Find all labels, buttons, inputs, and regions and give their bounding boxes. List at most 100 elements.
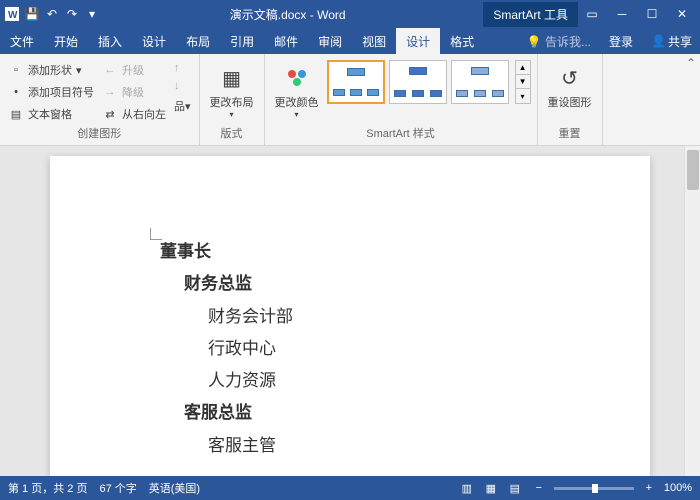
- change-layout-label: 更改布局: [210, 94, 254, 110]
- minimize-icon[interactable]: ─: [608, 2, 636, 26]
- tab-layout[interactable]: 布局: [176, 28, 220, 55]
- tell-me-label: 告诉我...: [545, 35, 591, 49]
- zoom-slider-thumb[interactable]: [592, 484, 598, 493]
- change-colors-icon: [281, 62, 313, 94]
- ribbon-group-styles: 更改颜色 ▾ ▲ ▼ ▾ SmartArt 样式: [265, 54, 538, 145]
- outline-item[interactable]: 行政中心: [208, 333, 550, 365]
- rtl-label: 从右向左: [122, 106, 166, 122]
- zoom-in-icon[interactable]: +: [640, 480, 658, 496]
- promote-icon: ←: [102, 62, 118, 78]
- close-icon[interactable]: ✕: [668, 2, 696, 26]
- undo-icon[interactable]: ↶: [44, 6, 60, 22]
- tab-design[interactable]: 设计: [132, 28, 176, 55]
- reset-label: 重设图形: [548, 94, 592, 110]
- outline-item[interactable]: 客服主管: [208, 430, 550, 462]
- outline-item[interactable]: 财务总监: [184, 268, 550, 300]
- ribbon: ▫添加形状 ▾ •添加项目符号 ▤文本窗格 ←升级 →降级 ⇄从右向左 ↑ ↓ …: [0, 54, 700, 146]
- add-bullet-button[interactable]: •添加项目符号: [6, 82, 96, 102]
- group-label-layouts: 版式: [206, 125, 258, 143]
- print-layout-icon[interactable]: ▦: [482, 480, 500, 496]
- qat-dropdown-icon[interactable]: ▾: [84, 6, 100, 22]
- title-bar: W 💾 ↶ ↷ ▾ 演示文稿.docx - Word SmartArt 工具 ▭…: [0, 0, 700, 28]
- gallery-up-icon[interactable]: ▲: [516, 61, 530, 75]
- add-bullet-icon: •: [8, 84, 24, 100]
- page-indicator[interactable]: 第 1 页，共 2 页: [8, 480, 87, 496]
- rtl-button[interactable]: ⇄从右向左: [100, 104, 168, 124]
- add-bullet-label: 添加项目符号: [28, 84, 94, 100]
- reset-icon: ↺: [554, 62, 586, 94]
- tab-smartart-design[interactable]: 设计: [396, 28, 440, 55]
- status-bar: 第 1 页，共 2 页 67 个字 英语(美国) ▥ ▦ ▤ − + 100%: [0, 476, 700, 500]
- scrollbar-thumb[interactable]: [687, 150, 699, 190]
- ribbon-group-reset: ↺ 重设图形 重置: [538, 54, 603, 145]
- change-colors-label: 更改颜色: [275, 94, 319, 110]
- outline-item[interactable]: 客服总监: [184, 397, 550, 429]
- language-indicator[interactable]: 英语(美国): [149, 480, 200, 496]
- cursor-indicator: [150, 228, 162, 240]
- outline-item[interactable]: 财务会计部: [208, 301, 550, 333]
- add-shape-label: 添加形状: [28, 62, 72, 78]
- outline-text[interactable]: 董事长财务总监财务会计部行政中心人力资源客服总监客服主管: [150, 236, 550, 462]
- gallery-more-icon[interactable]: ▾: [516, 89, 530, 103]
- zoom-slider[interactable]: [554, 487, 634, 490]
- ribbon-options-icon[interactable]: ▭: [578, 2, 606, 26]
- word-app-icon[interactable]: W: [4, 6, 20, 22]
- demote-button[interactable]: →降级: [100, 82, 168, 102]
- ribbon-group-create: ▫添加形状 ▾ •添加项目符号 ▤文本窗格 ←升级 →降级 ⇄从右向左 ↑ ↓ …: [0, 54, 200, 145]
- maximize-icon[interactable]: ☐: [638, 2, 666, 26]
- tab-mailings[interactable]: 邮件: [264, 28, 308, 55]
- style-item-3[interactable]: [451, 60, 509, 104]
- text-pane-label: 文本窗格: [28, 106, 72, 122]
- promote-button[interactable]: ←升级: [100, 60, 168, 80]
- change-colors-button[interactable]: 更改颜色 ▾: [271, 60, 323, 121]
- demote-label: 降级: [122, 84, 144, 100]
- gallery-down-icon[interactable]: ▼: [516, 75, 530, 89]
- collapse-ribbon-icon[interactable]: ⌃: [686, 56, 696, 70]
- tab-view[interactable]: 视图: [352, 28, 396, 55]
- vertical-scrollbar[interactable]: [684, 146, 700, 476]
- rtl-icon: ⇄: [102, 106, 118, 122]
- word-count[interactable]: 67 个字: [99, 480, 136, 496]
- change-layout-button[interactable]: ▦ 更改布局 ▾: [206, 60, 258, 121]
- reset-graphic-button[interactable]: ↺ 重设图形: [544, 60, 596, 112]
- group-label-reset: 重置: [544, 125, 596, 143]
- redo-icon[interactable]: ↷: [64, 6, 80, 22]
- demote-icon: →: [102, 84, 118, 100]
- layout-dropdown-button[interactable]: 品▾: [172, 96, 193, 116]
- text-pane-button[interactable]: ▤文本窗格: [6, 104, 96, 124]
- add-shape-icon: ▫: [8, 62, 24, 78]
- contextual-tab-label: SmartArt 工具: [483, 2, 578, 27]
- promote-label: 升级: [122, 62, 144, 78]
- outline-item[interactable]: 董事长: [160, 236, 550, 268]
- login-button[interactable]: 登录: [599, 33, 643, 50]
- menu-bar: 文件 开始 插入 设计 布局 引用 邮件 审阅 视图 设计 格式 💡 告诉我..…: [0, 28, 700, 54]
- svg-text:W: W: [8, 10, 18, 21]
- text-pane-icon: ▤: [8, 106, 24, 122]
- outline-item[interactable]: 人力资源: [208, 365, 550, 397]
- tab-references[interactable]: 引用: [220, 28, 264, 55]
- web-layout-icon[interactable]: ▤: [506, 480, 524, 496]
- zoom-out-icon[interactable]: −: [530, 480, 548, 496]
- read-mode-icon[interactable]: ▥: [458, 480, 476, 496]
- tab-file[interactable]: 文件: [0, 28, 44, 55]
- style-item-2[interactable]: [389, 60, 447, 104]
- document-title: 演示文稿.docx - Word: [100, 6, 475, 23]
- move-down-button[interactable]: ↓: [172, 78, 193, 94]
- ribbon-group-layouts: ▦ 更改布局 ▾ 版式: [200, 54, 265, 145]
- save-icon[interactable]: 💾: [24, 6, 40, 22]
- add-shape-button[interactable]: ▫添加形状 ▾: [6, 60, 96, 80]
- style-gallery: ▲ ▼ ▾: [327, 60, 531, 104]
- style-item-1[interactable]: [327, 60, 385, 104]
- group-label-styles: SmartArt 样式: [271, 125, 531, 143]
- group-label-create: 创建图形: [6, 125, 193, 143]
- tab-insert[interactable]: 插入: [88, 28, 132, 55]
- zoom-level[interactable]: 100%: [664, 482, 692, 494]
- tell-me-search[interactable]: 💡 告诉我...: [519, 33, 599, 50]
- tab-review[interactable]: 审阅: [308, 28, 352, 55]
- move-up-button[interactable]: ↑: [172, 60, 193, 76]
- tab-home[interactable]: 开始: [44, 28, 88, 55]
- page[interactable]: 董事长财务总监财务会计部行政中心人力资源客服总监客服主管: [50, 156, 650, 476]
- document-area: 董事长财务总监财务会计部行政中心人力资源客服总监客服主管: [0, 146, 700, 476]
- tab-smartart-format[interactable]: 格式: [440, 28, 484, 55]
- share-button[interactable]: 👤共享: [643, 33, 700, 50]
